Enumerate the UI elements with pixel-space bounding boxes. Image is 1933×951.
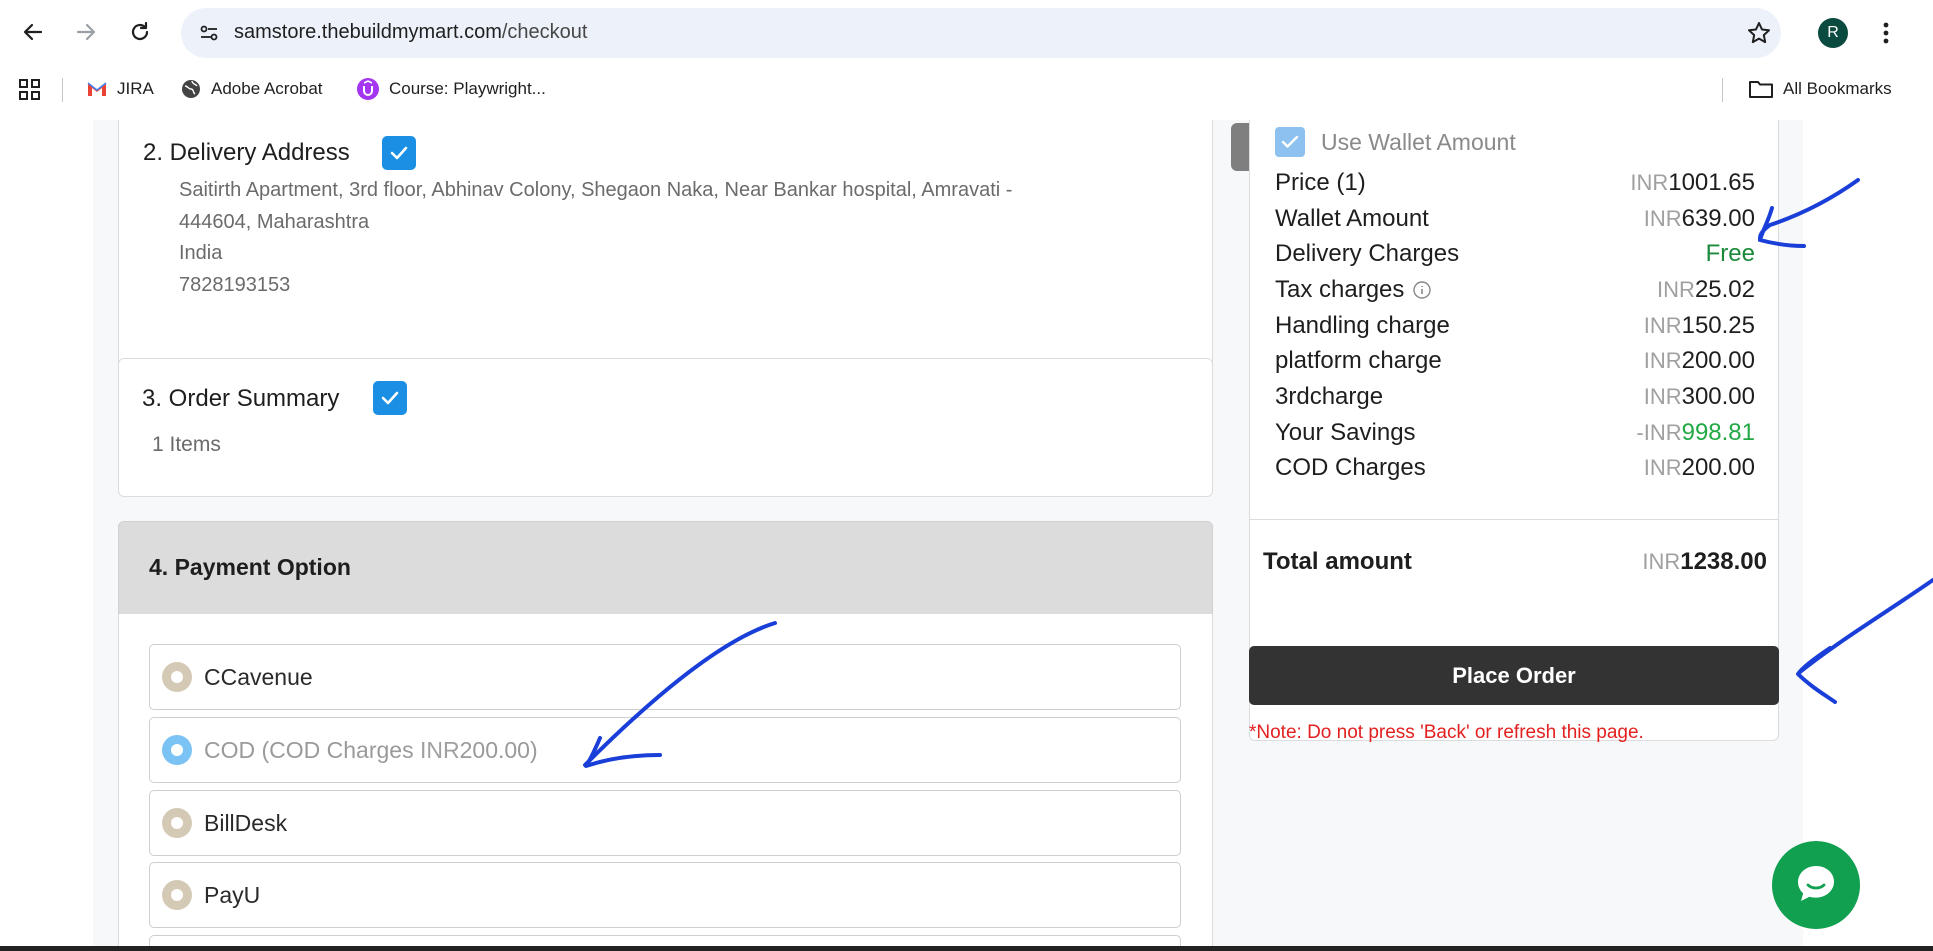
bookmarks-divider bbox=[1722, 78, 1723, 102]
handling-charge-value: INR150.25 bbox=[1643, 312, 1755, 339]
platform-charge-value: INR200.00 bbox=[1643, 347, 1755, 374]
cod-charges-row: COD Charges INR200.00 bbox=[1275, 451, 1755, 485]
wallet-amount-label: Wallet Amount bbox=[1275, 205, 1429, 232]
chat-bubble-icon bbox=[1791, 858, 1841, 913]
delivery-checked-icon bbox=[382, 136, 416, 170]
all-bookmarks-button[interactable]: All Bookmarks bbox=[1748, 76, 1892, 102]
back-button[interactable] bbox=[15, 16, 51, 52]
use-wallet-row[interactable]: Use Wallet Amount bbox=[1275, 125, 1516, 159]
third-charge-row: 3rdcharge INR300.00 bbox=[1275, 380, 1755, 414]
payment-option-billdesk[interactable]: BillDesk bbox=[149, 790, 1181, 856]
summary-divider bbox=[1250, 519, 1778, 520]
total-amount-value: INR1238.00 bbox=[1642, 548, 1767, 575]
handling-charge-label: Handling charge bbox=[1275, 312, 1450, 339]
order-summary-title: 3. Order Summary bbox=[142, 385, 340, 412]
cod-charges-label: COD Charges bbox=[1275, 454, 1426, 481]
bookmark-label: Course: Playwright... bbox=[389, 79, 546, 98]
use-wallet-label: Use Wallet Amount bbox=[1321, 128, 1516, 155]
payment-option-label: BillDesk bbox=[204, 809, 288, 836]
cod-charges-value: INR200.00 bbox=[1643, 454, 1755, 481]
order-summary-checked-icon bbox=[373, 381, 407, 415]
bookmarks-bar: JIRA Adobe Acrobat Course: Playwright...… bbox=[0, 70, 1933, 108]
total-amount-label: Total amount bbox=[1263, 548, 1412, 575]
savings-value: -INR998.81 bbox=[1636, 419, 1755, 446]
browser-chrome: samstore.thebuildmymart.com/checkout R J… bbox=[0, 0, 1933, 121]
payment-option-ccavenue[interactable]: CCavenue bbox=[149, 644, 1181, 710]
order-summary-card: 3. Order Summary 1 Items bbox=[118, 358, 1213, 497]
third-charge-value: INR300.00 bbox=[1643, 383, 1755, 410]
url-path: /checkout bbox=[501, 21, 588, 43]
wallet-checkbox[interactable] bbox=[1275, 127, 1305, 157]
savings-label: Your Savings bbox=[1275, 419, 1416, 446]
back-arrow-icon bbox=[22, 21, 44, 48]
payment-option-payu[interactable]: PayU bbox=[149, 862, 1181, 928]
payment-option-label: PayU bbox=[204, 881, 261, 908]
gmail-icon bbox=[86, 80, 108, 98]
bookmark-adobe-acrobat[interactable]: Adobe Acrobat bbox=[180, 76, 323, 102]
wallet-amount-value: INR639.00 bbox=[1643, 205, 1755, 232]
handling-charge-row: Handling charge INR150.25 bbox=[1275, 309, 1755, 343]
bookmark-star-icon[interactable] bbox=[1746, 20, 1772, 51]
bookmark-label: JIRA bbox=[117, 79, 154, 98]
third-charge-label: 3rdcharge bbox=[1275, 383, 1384, 410]
savings-row: Your Savings -INR998.81 bbox=[1275, 416, 1755, 450]
reload-button[interactable] bbox=[122, 16, 158, 52]
profile-avatar[interactable]: R bbox=[1818, 18, 1848, 48]
tax-charges-row: Tax charges INR25.02 bbox=[1275, 273, 1755, 307]
payment-option-cod[interactable]: COD (COD Charges INR200.00) bbox=[149, 717, 1181, 783]
wallet-amount-row: Wallet Amount INR639.00 bbox=[1275, 202, 1755, 236]
tax-charges-label: Tax charges bbox=[1275, 276, 1405, 303]
url-text: samstore.thebuildmymart.com/checkout bbox=[234, 21, 587, 44]
address-country: India bbox=[179, 242, 223, 264]
delivery-charges-label: Delivery Charges bbox=[1275, 240, 1460, 267]
site-info-icon[interactable] bbox=[198, 22, 220, 49]
forward-arrow-icon bbox=[75, 21, 97, 48]
forward-button[interactable] bbox=[68, 16, 104, 52]
price-row: Price (1) INR1001.65 bbox=[1275, 166, 1755, 200]
chat-button[interactable] bbox=[1772, 841, 1860, 929]
delivery-charges-row: Delivery Charges Free bbox=[1275, 237, 1755, 271]
reload-icon bbox=[129, 21, 151, 48]
address-bar[interactable]: samstore.thebuildmymart.com/checkout bbox=[181, 8, 1781, 58]
payment-option-label: COD (COD Charges INR200.00) bbox=[204, 736, 538, 763]
price-label: Price (1) bbox=[1275, 169, 1366, 196]
folder-icon bbox=[1748, 78, 1774, 100]
udemy-icon bbox=[356, 77, 380, 101]
apps-grid-icon[interactable] bbox=[18, 78, 42, 107]
url-domain: samstore.thebuildmymart.com bbox=[234, 21, 502, 43]
radio-button[interactable] bbox=[162, 880, 192, 910]
order-items-count: 1 Items bbox=[152, 433, 221, 456]
payment-option-title: 4. Payment Option bbox=[149, 554, 351, 580]
globe-icon bbox=[180, 78, 202, 100]
browser-menu-icon[interactable] bbox=[1876, 20, 1896, 51]
radio-button[interactable] bbox=[162, 662, 192, 692]
bookmark-jira[interactable]: JIRA bbox=[86, 76, 154, 102]
platform-charge-label: platform charge bbox=[1275, 347, 1442, 374]
info-icon[interactable] bbox=[1412, 280, 1432, 300]
radio-button[interactable] bbox=[162, 808, 192, 838]
total-amount-row: Total amount INR1238.00 bbox=[1263, 545, 1767, 579]
bottom-edge-bar bbox=[0, 946, 1933, 951]
address-line-1: Saitirth Apartment, 3rd floor, Abhinav C… bbox=[179, 179, 1013, 201]
all-bookmarks-label: All Bookmarks bbox=[1783, 79, 1892, 98]
tax-charges-value: INR25.02 bbox=[1657, 276, 1755, 303]
bookmark-label: Adobe Acrobat bbox=[211, 79, 323, 98]
delivery-address-title: 2. Delivery Address bbox=[143, 139, 350, 166]
refresh-warning-note: *Note: Do not press 'Back' or refresh th… bbox=[1249, 722, 1644, 743]
platform-charge-row: platform charge INR200.00 bbox=[1275, 344, 1755, 378]
bookmark-course-playwright[interactable]: Course: Playwright... bbox=[356, 76, 546, 102]
address-phone: 7828193153 bbox=[179, 274, 291, 296]
payment-option-header: 4. Payment Option bbox=[118, 521, 1213, 615]
bookmarks-divider bbox=[62, 78, 63, 102]
checkout-page: 2. Delivery Address Edit Saitirth Apartm… bbox=[0, 120, 1933, 951]
radio-button-selected[interactable] bbox=[162, 735, 192, 765]
place-order-button[interactable]: Place Order bbox=[1249, 646, 1779, 705]
payment-option-label: CCavenue bbox=[204, 663, 313, 690]
address-line-2: 444604, Maharashtra bbox=[179, 211, 370, 233]
price-value: INR1001.65 bbox=[1630, 169, 1755, 196]
delivery-charges-value: Free bbox=[1705, 240, 1755, 267]
